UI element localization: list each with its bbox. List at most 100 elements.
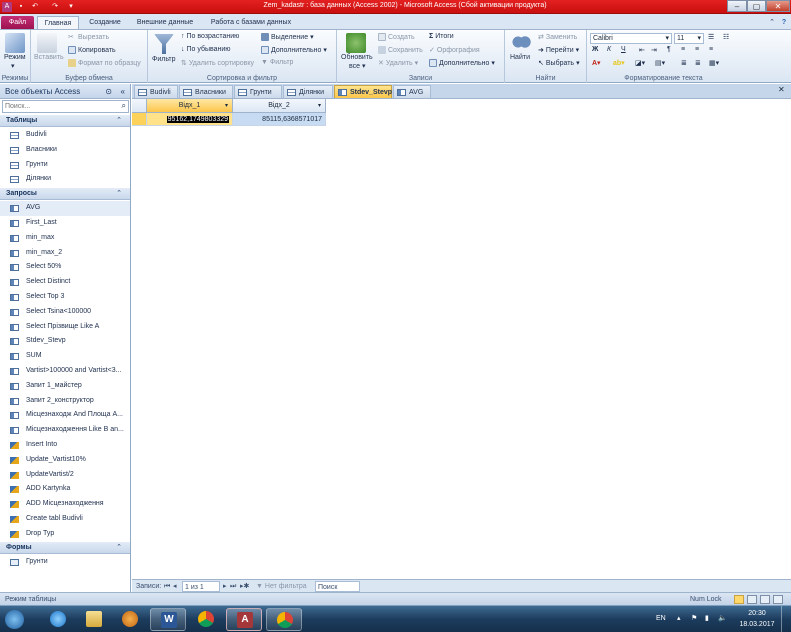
align-justify2-icon[interactable]: ≣ bbox=[695, 59, 701, 67]
format-painter-button[interactable]: Формат по образцу bbox=[68, 59, 141, 67]
list-item[interactable]: min_max bbox=[0, 231, 130, 246]
list-item[interactable]: Update_Vartist10% bbox=[0, 453, 130, 468]
refresh-all-button[interactable]: Обновить bbox=[341, 54, 373, 61]
search-icon[interactable]: ⌕ bbox=[122, 101, 126, 111]
section-tables[interactable]: Таблицы ⌃ bbox=[0, 115, 130, 127]
doc-tab-dilyanky[interactable]: Ділянки bbox=[283, 85, 333, 98]
close-button[interactable]: ✕ bbox=[766, 0, 790, 12]
sql-view-icon[interactable] bbox=[773, 595, 783, 604]
redo-icon[interactable]: ↷ bbox=[50, 2, 60, 12]
section-forms[interactable]: Формы ⌃ bbox=[0, 541, 130, 554]
sort-ascending-button[interactable]: ↑ По возрастанию bbox=[181, 33, 239, 40]
language-indicator[interactable]: EN bbox=[656, 613, 666, 624]
column-header-vidkh-2[interactable]: Відх_2 ▾ bbox=[233, 99, 326, 113]
tray-expand-icon[interactable]: ▴ bbox=[677, 613, 681, 624]
list-item[interactable]: First_Last bbox=[0, 216, 130, 231]
view-icon[interactable] bbox=[5, 33, 25, 53]
list-item[interactable]: Insert Into bbox=[0, 438, 130, 453]
list-item[interactable]: Stdev_Stevp bbox=[0, 334, 130, 349]
italic-button[interactable]: К bbox=[607, 46, 611, 53]
list-item[interactable]: Create tabl Budivli bbox=[0, 512, 130, 527]
refresh-all-button-line2[interactable]: все ▾ bbox=[349, 62, 366, 71]
customize-quick-access-icon[interactable]: ▾ bbox=[66, 2, 76, 12]
list-item[interactable]: AVG bbox=[0, 201, 130, 216]
font-size-select[interactable]: 11 ▾ bbox=[674, 33, 704, 44]
nav-menu-icon[interactable]: ⊙ bbox=[105, 84, 112, 99]
list-item[interactable]: Запит 1_майстер bbox=[0, 379, 130, 394]
list-item[interactable]: Місцезнаходження Like B an... bbox=[0, 423, 130, 438]
goto-button[interactable]: ➜ Перейти ▾ bbox=[538, 46, 579, 55]
find-button[interactable]: Найти bbox=[510, 54, 530, 61]
taskbar-ie[interactable] bbox=[40, 608, 76, 631]
column-dropdown-icon[interactable]: ▾ bbox=[318, 99, 321, 113]
gridlines-icon[interactable]: ▦▾ bbox=[709, 59, 719, 67]
new-record-icon[interactable]: ▸✱ bbox=[240, 581, 249, 592]
filter-status[interactable]: ▼ Нет фильтра bbox=[256, 581, 307, 592]
taskbar-chrome[interactable] bbox=[188, 608, 224, 631]
indent-increase-icon[interactable]: ⇥ bbox=[651, 46, 657, 54]
doc-tab-stdev-stevp[interactable]: Stdev_Stevp bbox=[334, 85, 392, 98]
maximize-button[interactable]: ▢ bbox=[747, 0, 766, 12]
advanced-filter-button[interactable]: Дополнительно ▾ bbox=[261, 46, 327, 54]
delete-record-button[interactable]: ✕ Удалить ▾ bbox=[378, 59, 418, 68]
minimize-button[interactable]: – bbox=[727, 0, 747, 12]
copy-button[interactable]: Копировать bbox=[68, 46, 116, 54]
numbered-list-icon[interactable]: ☷ bbox=[723, 33, 729, 41]
nav-search-input[interactable] bbox=[3, 101, 115, 112]
list-item[interactable]: Select Прізвище Like A bbox=[0, 320, 130, 335]
bullet-list-icon[interactable]: ☰ bbox=[708, 33, 714, 41]
last-record-icon[interactable]: ⏭ bbox=[230, 581, 236, 592]
taskbar-chrome-2[interactable] bbox=[266, 608, 302, 631]
refresh-icon[interactable] bbox=[346, 33, 366, 53]
more-records-button[interactable]: Дополнительно ▾ bbox=[429, 59, 495, 67]
collapse-chevron-icon[interactable]: ⌃ bbox=[116, 188, 122, 200]
list-item[interactable]: Select 50% bbox=[0, 260, 130, 275]
taskbar-media-player[interactable] bbox=[112, 608, 148, 631]
select-all-corner[interactable] bbox=[132, 99, 147, 113]
bold-button[interactable]: Ж bbox=[592, 46, 598, 53]
record-position-input[interactable]: 1 из 1 bbox=[182, 581, 220, 592]
list-item[interactable]: ADD Місцезнаходження bbox=[0, 497, 130, 512]
align-center-icon[interactable]: ≡ bbox=[695, 46, 699, 53]
help-icon[interactable]: ? bbox=[779, 16, 789, 29]
selection-button[interactable]: Выделение ▾ bbox=[261, 33, 314, 41]
pivot-chart-view-icon[interactable] bbox=[760, 595, 770, 604]
list-item[interactable]: Власники bbox=[0, 143, 130, 158]
previous-record-icon[interactable]: ◂ bbox=[173, 581, 177, 592]
replace-button[interactable]: ⇄ Заменить bbox=[538, 33, 577, 42]
list-item[interactable]: Select Distinct bbox=[0, 275, 130, 290]
list-item[interactable]: UpdateVartist/2 bbox=[0, 468, 130, 483]
doc-tab-grunty[interactable]: Грунти bbox=[234, 85, 282, 98]
cut-button[interactable]: ✂ Вырезать bbox=[68, 33, 109, 42]
select-button[interactable]: ↖ Выбрать ▾ bbox=[538, 59, 580, 68]
network-icon[interactable]: ▮ bbox=[705, 613, 709, 624]
list-item[interactable]: Drop Typ bbox=[0, 527, 130, 542]
fill-color-icon[interactable]: ◪▾ bbox=[635, 59, 645, 67]
column-dropdown-icon[interactable]: ▾ bbox=[225, 99, 228, 113]
tab-database-tools[interactable]: Работа с базами данных bbox=[205, 16, 297, 29]
alternate-row-color-icon[interactable]: ▤▾ bbox=[655, 59, 665, 67]
start-button[interactable] bbox=[2, 608, 28, 631]
clock-time[interactable]: 20:30 bbox=[742, 608, 772, 619]
paste-button[interactable]: Вставить bbox=[34, 54, 64, 61]
tab-file[interactable]: Файл bbox=[1, 16, 34, 29]
undo-icon[interactable]: ↶ bbox=[30, 2, 40, 12]
indent-decrease-icon[interactable]: ⇤ bbox=[639, 46, 645, 54]
list-item[interactable]: Select Top 3 bbox=[0, 290, 130, 305]
show-desktop-button[interactable] bbox=[781, 606, 790, 632]
filter-icon[interactable] bbox=[154, 34, 174, 54]
highlight-icon[interactable]: ab▾ bbox=[613, 59, 625, 67]
row-selector[interactable] bbox=[132, 113, 147, 126]
font-name-select[interactable]: Calibri ▾ bbox=[590, 33, 672, 44]
new-record-button[interactable]: Создать bbox=[378, 33, 415, 41]
sort-descending-button[interactable]: ↓ По убыванию bbox=[181, 46, 231, 53]
taskbar-explorer[interactable] bbox=[76, 608, 112, 631]
list-item[interactable]: Грунти bbox=[0, 158, 130, 173]
tab-external-data[interactable]: Внешние данные bbox=[131, 16, 199, 29]
clock-date[interactable]: 18.03.2017 bbox=[737, 619, 777, 630]
underline-button[interactable]: Ч bbox=[621, 46, 626, 53]
list-item[interactable]: Ділянки bbox=[0, 172, 130, 187]
tab-create[interactable]: Создание bbox=[84, 16, 126, 29]
align-justify-icon[interactable]: ≣ bbox=[681, 59, 687, 67]
align-right-icon[interactable]: ≡ bbox=[709, 46, 713, 53]
